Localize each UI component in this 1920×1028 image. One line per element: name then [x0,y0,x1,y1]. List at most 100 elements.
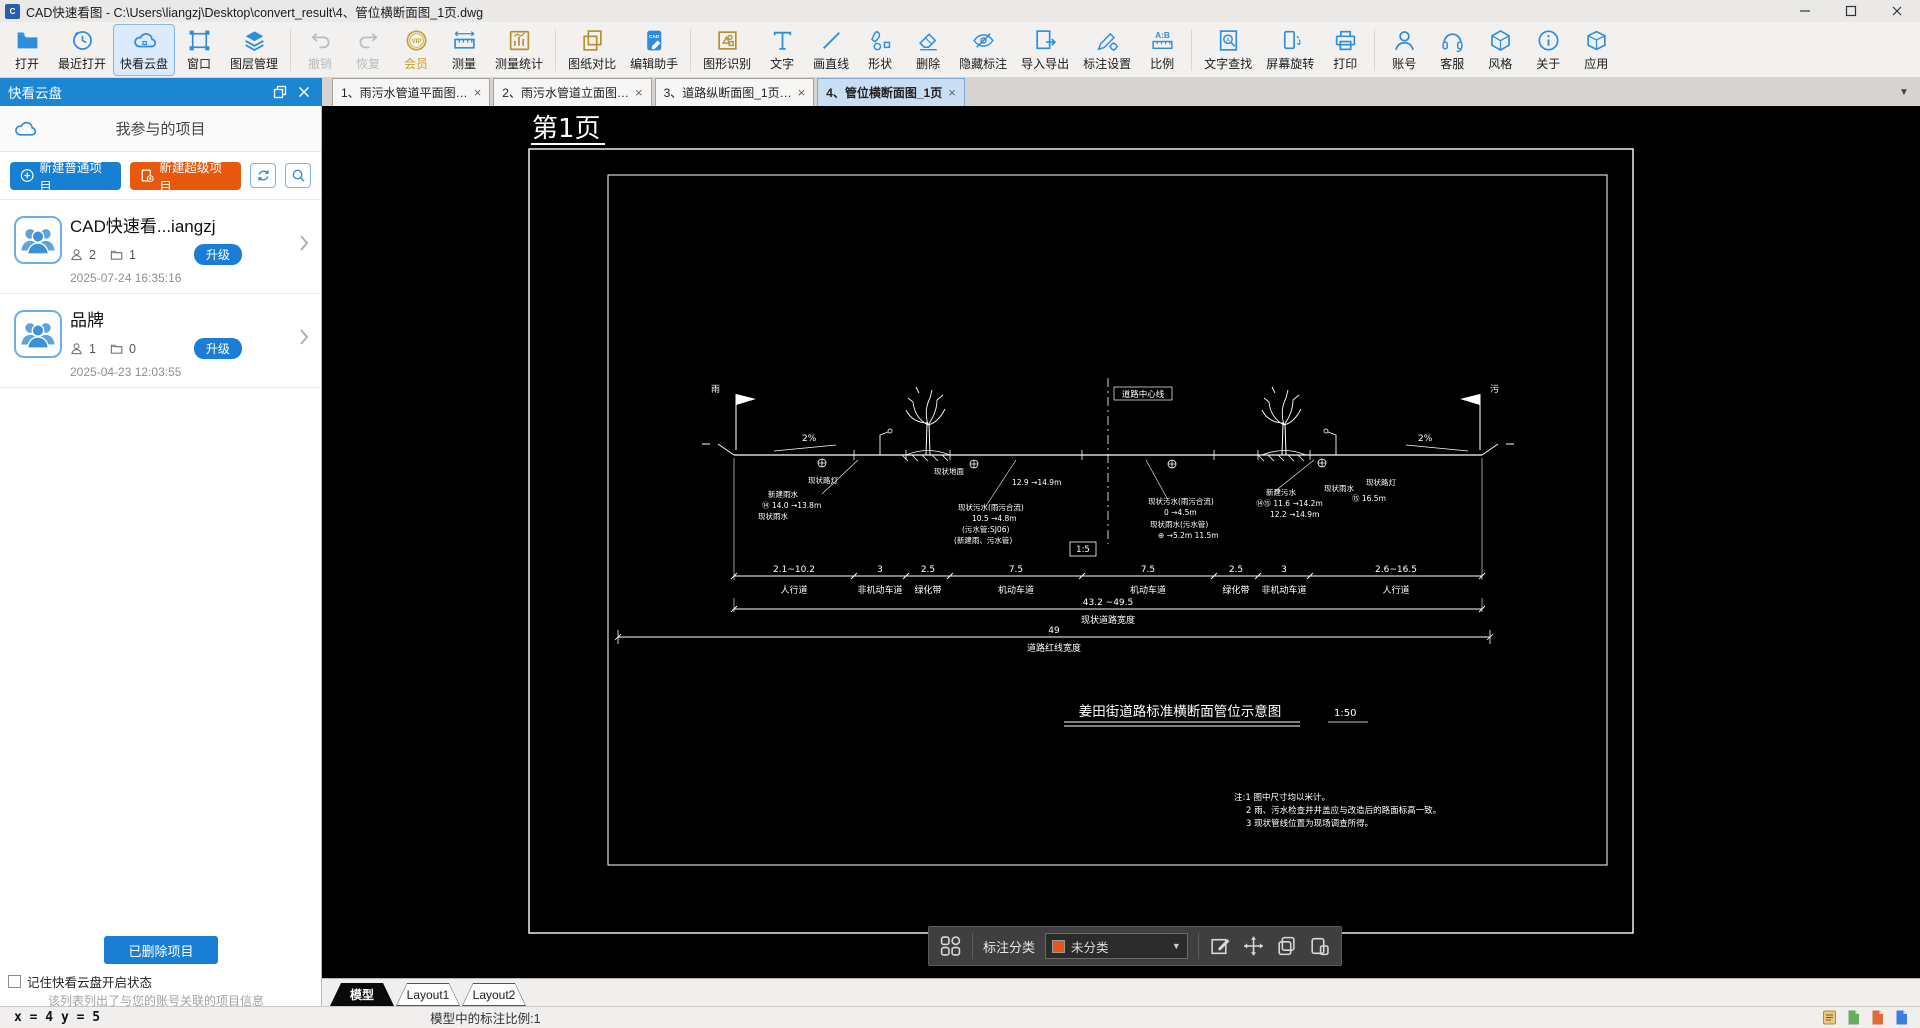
edit-annotation-icon[interactable] [1209,934,1232,958]
toolbar-item-shape-recognition[interactable]: 图形识别 [696,24,758,76]
toolbar-label: 测量统计 [495,56,544,71]
drawing-note: 3 现状管线位置为现场调查所得。 [1246,818,1373,829]
cad-text: 2% [802,434,817,444]
tab-layout2[interactable]: Layout2 [462,983,526,1006]
member-count: 2 [89,247,96,262]
toolbar-label: 应用 [1584,56,1609,71]
toolbar-item-window[interactable]: 窗口 [175,24,223,76]
tab-close-icon[interactable]: × [948,85,956,100]
toolbar-item-vip[interactable]: 会员 [392,24,440,76]
toolbar-item-measure-stats[interactable]: 测量统计 [488,24,550,76]
toolbar-item-open[interactable]: 打开 [3,24,51,76]
toolbar-item-shapes[interactable]: 形状 [856,24,904,76]
toolbar-separator [1374,28,1376,71]
tab-close-icon[interactable]: × [635,85,643,100]
user-icon [1392,28,1417,53]
toolbar-item-text-search[interactable]: 文字查找 [1197,24,1259,76]
sheet-red-icon[interactable] [1869,1009,1886,1026]
sheet-green-icon[interactable] [1845,1009,1862,1026]
toolbar-item-account[interactable]: 账号 [1380,24,1428,76]
category-color-swatch [1052,939,1066,953]
cad-canvas[interactable]: 第1页 雨 污 2% 2% 道路中心线 1:5 现状路灯 新建雨水 ⑭ 14.0… [322,106,1920,978]
files-icon [110,248,123,261]
toolbar-item-print[interactable]: 打印 [1321,24,1369,76]
file-count: 0 [128,341,136,356]
project-row-1[interactable]: CAD快速看...iangzj 2 1 升级 2025-07-24 16:35:… [0,200,321,294]
member-count: 1 [89,341,96,356]
toolbar-label: 文字 [770,56,795,71]
toolbar-item-compare[interactable]: 图纸对比 [561,24,623,76]
tab-drawing-3[interactable]: 3、道路纵断面图_1页… × [654,78,815,106]
sheet-blue-icon[interactable] [1893,1009,1910,1026]
toolbar-item-draw-line[interactable]: 画直线 [806,24,856,76]
note-icon[interactable] [1821,1009,1838,1026]
tab-model[interactable]: 模型 [330,983,394,1006]
tab-label: Layout1 [406,987,450,1002]
new-normal-project-button[interactable]: 新建普通项目 [10,161,122,194]
dim-label: 绿化带 [914,584,941,596]
cad-text: 现状雨水 [1324,483,1354,493]
dim-value: 2.6~16.5 [1375,565,1417,575]
toolbar-item-apps[interactable]: 应用 [1572,24,1620,76]
toolbar-item-text[interactable]: 文字 [758,24,806,76]
upgrade-button[interactable]: 升级 [193,244,242,265]
tab-close-icon[interactable]: × [798,85,806,100]
tab-label: 4、管位横断面图_1页 [826,86,943,100]
upgrade-button[interactable]: 升级 [193,338,242,359]
panel-close-icon[interactable] [294,82,314,102]
toolbar-item-about[interactable]: 关于 [1524,24,1572,76]
toolbar-item-import-export[interactable]: 导入导出 [1014,24,1076,76]
toolbar-label: 会员 [404,56,429,71]
toolbar-item-undo[interactable]: 撤销 [296,24,344,76]
toolbar-item-style[interactable]: 风格 [1476,24,1524,76]
remember-checkbox[interactable] [8,975,21,988]
toolbar-item-recent[interactable]: 最近打开 [51,24,113,76]
annotation-toolbar: 标注分类 未分类 ▼ [928,926,1342,966]
copy-annotation-icon[interactable] [1275,934,1298,958]
status-bar: x = 4 y = 5 模型中的标注比例:1 [0,1006,1920,1028]
new-super-project-button[interactable]: 新建超级项目 [130,161,242,194]
dim-value: 3 [1281,565,1287,575]
close-button[interactable] [1874,0,1920,22]
toolbar-item-hide-annotations[interactable]: 隐藏标注 [952,24,1014,76]
toolbar-label: 屏幕旋转 [1266,56,1315,71]
tab-list-dropdown[interactable]: ▼ [1894,83,1914,101]
search-projects-button[interactable] [285,163,311,188]
project-row-2[interactable]: 品牌 1 0 升级 2025-04-23 12:03:55 [0,294,321,388]
toolbar-item-support[interactable]: 客服 [1428,24,1476,76]
drawing-title: 姜田街道路标准横断面管位示意图 [1079,703,1282,720]
toolbar-item-cloud[interactable]: 快看云盘 [113,23,176,76]
tab-drawing-2[interactable]: 2、雨污水管道立面图… × [493,78,652,106]
move-annotation-icon[interactable] [1242,934,1265,958]
category-grid-icon[interactable] [939,934,962,958]
deleted-projects-button[interactable]: 已删除项目 [104,936,218,964]
category-select[interactable]: 未分类 ▼ [1045,933,1188,959]
paste-annotation-icon[interactable] [1308,934,1331,958]
toolbar-item-redo[interactable]: 恢复 [344,24,392,76]
chevron-right-icon[interactable] [299,328,309,346]
toolbar-item-screen-rotate[interactable]: 屏幕旋转 [1259,24,1321,76]
tab-drawing-4[interactable]: 4、管位横断面图_1页 × [817,78,965,106]
cad-text: 10.5 →4.8m [972,514,1017,523]
minimize-button[interactable] [1782,0,1828,22]
caret-down-icon: ▼ [1171,941,1181,951]
tab-drawing-1[interactable]: 1、雨污水管道平面图… × [332,78,491,106]
toolbar-item-measure[interactable]: 测量 [440,24,488,76]
chevron-right-icon[interactable] [299,234,309,252]
tab-close-icon[interactable]: × [474,85,482,100]
dim-redline-label: 道路红线宽度 [1027,642,1081,654]
toolbar-item-scale[interactable]: 比例 [1138,24,1186,76]
toolbar-item-delete[interactable]: 删除 [904,24,952,76]
recognize-icon [715,28,740,53]
drawing-note: 注:1 图中尺寸均以米计。 [1234,792,1330,803]
toolbar-item-layers[interactable]: 图层管理 [223,24,285,76]
refresh-projects-button[interactable] [250,163,277,188]
maximize-button[interactable] [1828,0,1874,22]
dim-redline-value: 49 [1048,626,1060,636]
tab-layout1[interactable]: Layout1 [396,983,460,1006]
toolbar-item-annotation-settings[interactable]: 标注设置 [1076,24,1138,76]
toolbar-item-edit-assistant[interactable]: 编辑助手 [623,24,685,76]
members-icon [70,248,83,261]
stats-icon [507,28,532,53]
panel-float-icon[interactable] [270,82,290,102]
